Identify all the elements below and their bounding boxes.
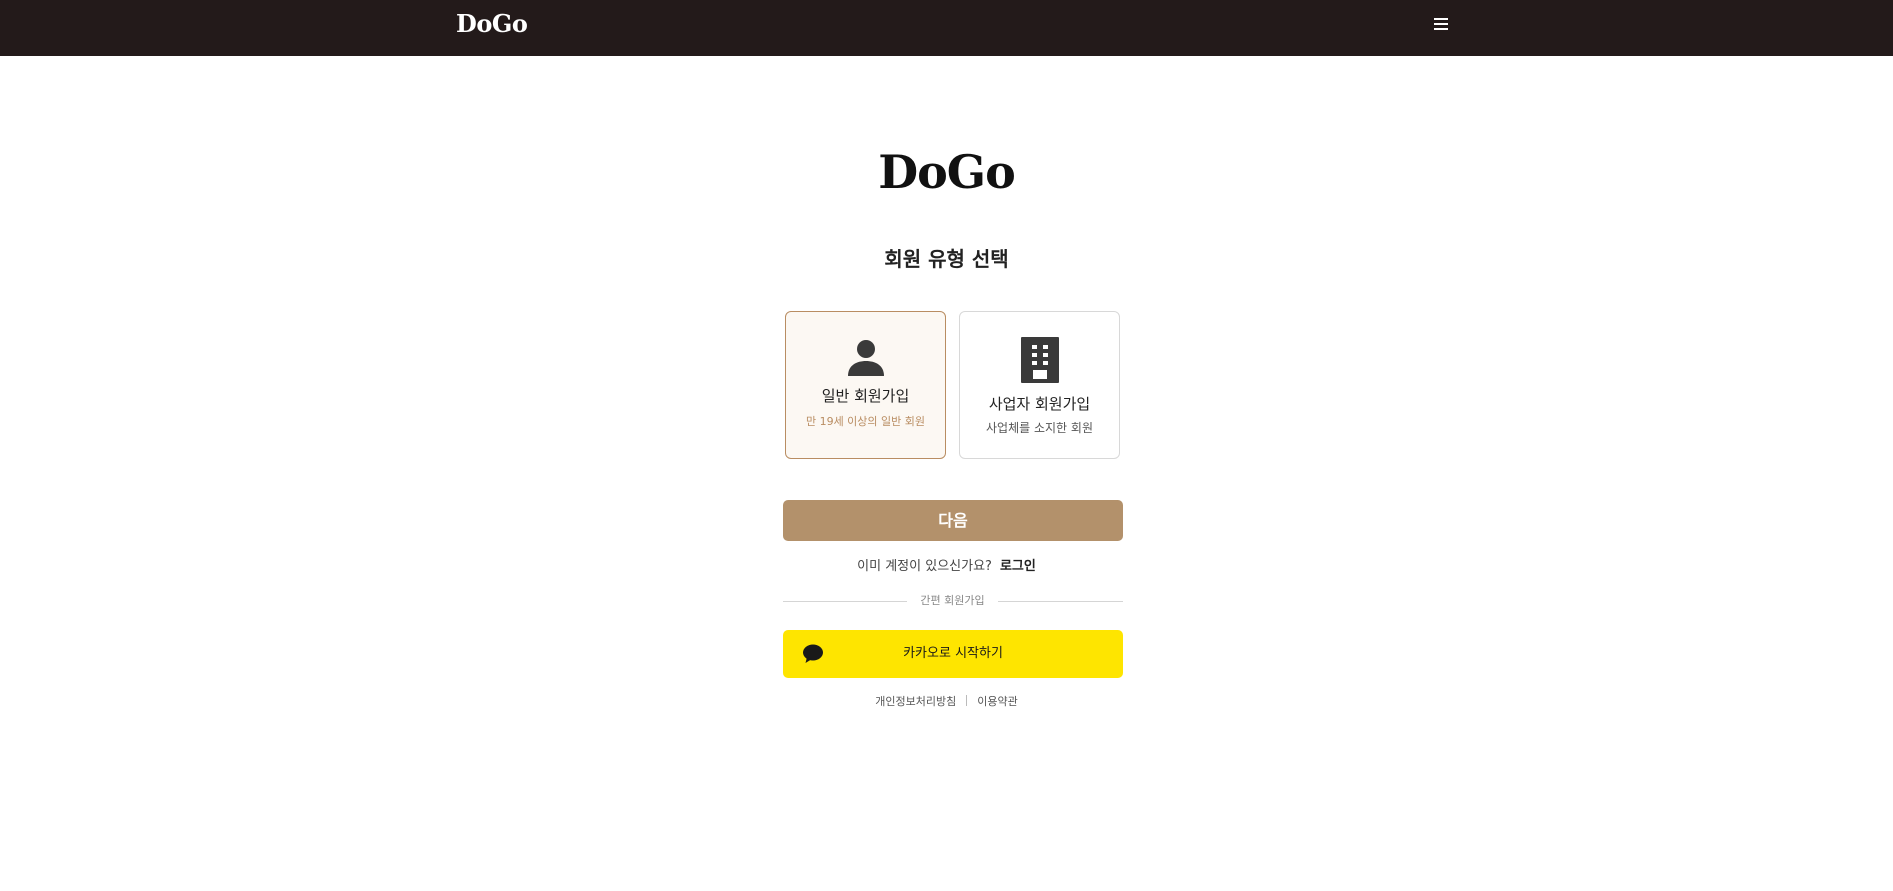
person-icon (786, 338, 945, 382)
page-logo: DoGo (878, 145, 1016, 199)
business-member-label: 사업자 회원가입 (988, 395, 1091, 413)
footer-separator (966, 695, 968, 706)
kakao-login-button[interactable]: 카카오로 시작하기 (783, 630, 1123, 678)
business-member-option[interactable]: 사업자 회원가입 사업체를 소지한 회원 (959, 311, 1120, 459)
divider-line-left (783, 601, 907, 602)
next-button[interactable]: 다음 (783, 500, 1123, 541)
building-icon (960, 337, 1119, 387)
kakao-button-label: 카카오로 시작하기 (903, 646, 1003, 661)
privacy-policy-link[interactable]: 개인정보처리방침 (875, 695, 956, 708)
header-brand-logo[interactable]: DoGo (456, 9, 528, 38)
business-member-description: 사업체를 소지한 회원 (986, 421, 1093, 435)
divider-line-right (998, 601, 1123, 602)
login-prompt-row: 이미 계정이 있으신가요? 로그인 (0, 555, 1893, 574)
terms-link[interactable]: 이용약관 (977, 695, 1017, 708)
general-member-label: 일반 회원가입 (821, 387, 910, 405)
login-link[interactable]: 로그인 (1000, 559, 1036, 574)
footer-links: 개인정보처리방침 이용약관 (0, 693, 1893, 709)
easy-signup-divider: 간편 회원가입 (783, 593, 1123, 609)
divider-text: 간편 회원가입 (920, 594, 985, 607)
general-member-description: 만 19세 이상의 일반 회원 (805, 415, 926, 428)
general-member-option[interactable]: 일반 회원가입 만 19세 이상의 일반 회원 (785, 311, 946, 459)
top-navbar: DoGo (0, 0, 1893, 56)
hamburger-menu-icon[interactable] (1432, 16, 1452, 34)
page-title: 회원 유형 선택 (884, 247, 1009, 271)
login-prompt-text: 이미 계정이 있으신가요? (857, 559, 992, 574)
